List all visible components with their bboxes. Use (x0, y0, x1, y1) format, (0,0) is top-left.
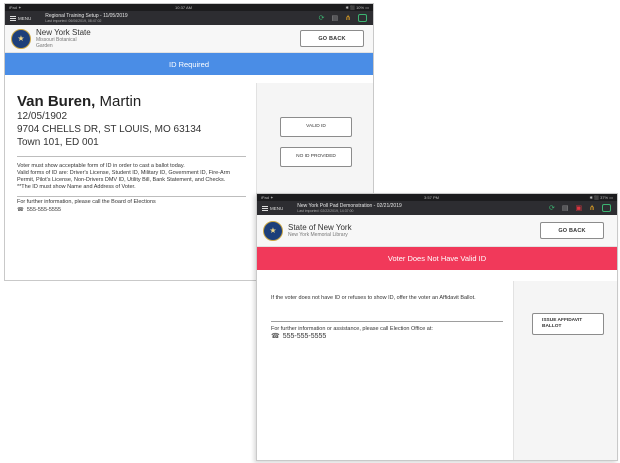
barcode-icon[interactable]: ▤ (562, 205, 569, 212)
status-time: 3:57 PM (424, 195, 439, 200)
phone-icon: ☎ (17, 207, 24, 213)
venue-info: State of New York New York Memorial Libr… (288, 223, 352, 238)
status-battery: ✱ ⬛ 10% ▭ (345, 5, 369, 10)
state-seal-icon: ★ (263, 220, 283, 241)
network-icon[interactable]: ⋔ (589, 205, 595, 212)
divider (17, 196, 246, 197)
voter-details-pane: Van Buren, Martin 12/05/1902 9704 CHELLS… (5, 83, 256, 280)
venue-header: ★ State of New York New York Memorial Li… (257, 215, 617, 247)
status-carrier: iPad ✦ (261, 195, 274, 200)
voter-district: Town 101, ED 001 (17, 137, 99, 148)
status-battery: ✱ ⬛ 37% ▭ (589, 195, 613, 200)
venue-name: New York State (36, 28, 91, 37)
menu-label: MENU (270, 205, 284, 211)
voter-dob: 12/05/1902 (17, 111, 68, 122)
status-carrier: iPad ✦ (9, 5, 22, 10)
further-info-text: For further information or assistance, p… (271, 325, 433, 332)
battery-status-icon[interactable] (358, 14, 367, 22)
valid-forms-text: Valid forms of ID are: Driver's License,… (17, 170, 231, 183)
alert-icon[interactable]: ▣ (576, 205, 583, 212)
barcode-icon[interactable]: ▤ (332, 15, 339, 22)
menu-label: MENU (18, 15, 32, 21)
valid-id-button[interactable]: VALID ID (280, 117, 352, 137)
app-subtitle: Last imported: 02/22/2019, 14:37:00 (297, 208, 354, 213)
app-bar: MENU Regional Training Setup - 11/05/201… (5, 11, 373, 25)
no-valid-id-screen: iPad ✦ 3:57 PM ✱ ⬛ 37% ▭ MENU New York P… (256, 193, 618, 461)
phone-number-row: ☎ 555-555-5555 (17, 206, 246, 214)
status-bar: iPad ✦ 10:37 AM ✱ ⬛ 10% ▭ (5, 4, 373, 11)
venue-header: ★ New York State Missouri Botanical Gard… (5, 25, 373, 53)
app-bar: MENU New York Poll Pad Demonstration - 0… (257, 201, 617, 215)
venue-info: New York State Missouri Botanical Garden (36, 28, 91, 49)
network-icon[interactable]: ⋔ (345, 15, 351, 22)
divider (271, 320, 503, 322)
sync-icon[interactable]: ⟳ (549, 205, 555, 212)
status-time: 10:37 AM (175, 5, 192, 10)
id-message: Voter must show acceptable form of ID in… (17, 163, 185, 169)
voter-first-name: Martin (99, 93, 142, 110)
app-title: New York Poll Pad Demonstration - 02/21/… (297, 202, 402, 209)
go-back-button[interactable]: GO BACK (300, 30, 364, 47)
hamburger-icon (262, 205, 268, 212)
content-area: If the voter does not have ID or refuses… (257, 281, 617, 460)
venue-sub-line-2: Garden (36, 43, 53, 49)
phone-number: 555-555-5555 (282, 333, 327, 340)
divider (17, 156, 246, 157)
battery-status-icon[interactable] (602, 204, 611, 212)
venue-name: State of New York (288, 223, 352, 232)
id-note: **The ID must show Name and Address of V… (17, 184, 136, 190)
issue-affidavit-ballot-button[interactable]: ISSUE AFFIDAVIT BALLOT (532, 313, 604, 335)
further-info-text: For further information, please call the… (17, 199, 156, 205)
phone-number: 555-555-5555 (26, 207, 62, 213)
state-seal-icon: ★ (11, 28, 31, 49)
phone-number-row: ☎ 555-555-5555 (271, 333, 503, 341)
voter-last-name: Van Buren, (17, 93, 96, 110)
venue-sub-line: New York Memorial Library (288, 232, 348, 238)
app-title: Regional Training Setup - 11/05/2019 (45, 12, 128, 19)
app-title-block: Regional Training Setup - 11/05/2019 Las… (45, 12, 128, 23)
actions-pane: ISSUE AFFIDAVIT BALLOT (513, 281, 617, 460)
menu-button[interactable]: MENU (262, 205, 283, 212)
app-subtitle: Last imported: 06/06/2019, 08:47:02 (45, 18, 102, 23)
app-title-block: New York Poll Pad Demonstration - 02/21/… (297, 202, 402, 213)
no-valid-id-banner: Voter Does Not Have Valid ID (257, 247, 617, 270)
message-pane: If the voter does not have ID or refuses… (257, 281, 513, 460)
status-bar: iPad ✦ 3:57 PM ✱ ⬛ 37% ▭ (257, 194, 617, 201)
menu-button[interactable]: MENU (10, 15, 31, 22)
sync-icon[interactable]: ⟳ (319, 15, 325, 22)
go-back-button[interactable]: GO BACK (540, 222, 604, 239)
app-bar-icons: ⟳ ▤ ▣ ⋔ (549, 204, 611, 212)
hamburger-icon (10, 15, 16, 22)
voter-address: 9704 CHELLS DR, ST LOUIS, MO 63134 (17, 124, 202, 135)
no-id-provided-button[interactable]: NO ID PROVIDED (280, 147, 352, 167)
phone-icon: ☎ (271, 333, 280, 340)
id-required-banner: ID Required (5, 53, 373, 75)
affidavit-message: If the voter does not have ID or refuses… (271, 295, 476, 301)
app-bar-icons: ⟳ ▤ ⋔ (319, 14, 367, 22)
voter-name: Van Buren, Martin (17, 93, 246, 110)
